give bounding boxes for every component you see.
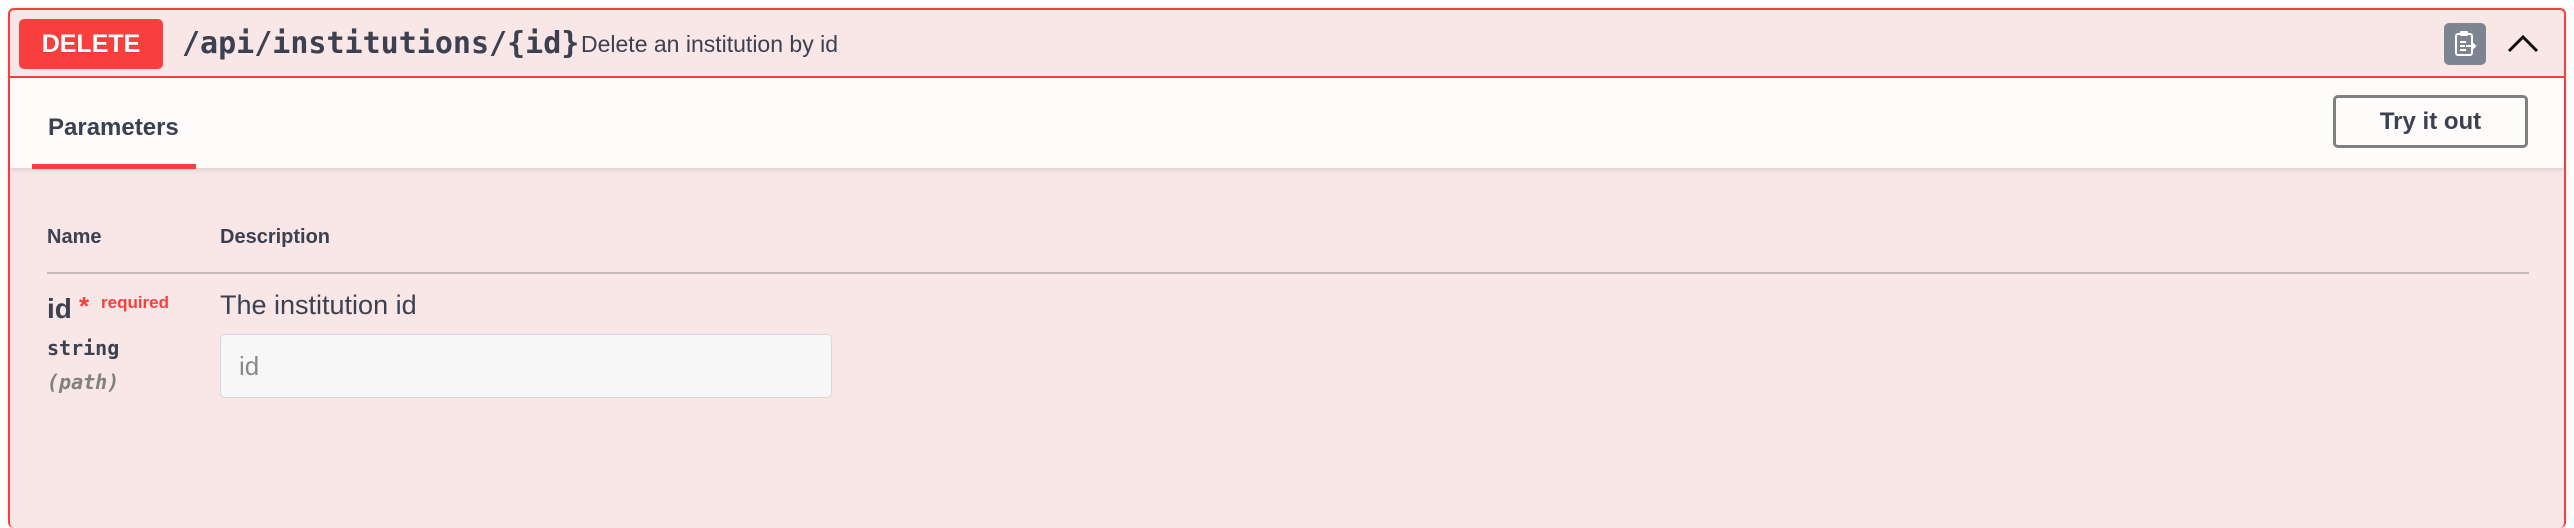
- try-it-out-button[interactable]: Try it out: [2333, 95, 2528, 148]
- parameter-name: id: [47, 293, 72, 324]
- active-tab-indicator: [32, 164, 196, 169]
- chevron-up-icon: [2507, 34, 2539, 53]
- copy-path-button[interactable]: [2444, 23, 2486, 65]
- table-divider: [47, 272, 2529, 274]
- clipboard-copy-icon: [2455, 31, 2477, 56]
- http-method-badge: DELETE: [19, 19, 163, 69]
- parameter-type: string: [47, 336, 120, 360]
- operation-summary[interactable]: DELETE /api/institutions/{id} Delete an …: [10, 10, 2564, 78]
- operation-block-delete: DELETE /api/institutions/{id} Delete an …: [8, 8, 2566, 528]
- parameters-section-header: Parameters Try it out: [10, 78, 2564, 169]
- parameter-description: The institution id: [220, 290, 417, 320]
- endpoint-path: /api/institutions/{id}: [182, 26, 580, 61]
- tab-parameters[interactable]: Parameters: [48, 114, 179, 142]
- required-asterisk: *: [79, 291, 90, 321]
- required-label: required: [101, 293, 170, 312]
- parameter-location: (path): [47, 370, 120, 394]
- id-input[interactable]: [220, 334, 832, 398]
- column-header-description: Description: [220, 226, 331, 248]
- column-header-name: Name: [47, 226, 102, 248]
- operation-description: Delete an institution by id: [581, 31, 838, 57]
- collapse-operation-button[interactable]: [2502, 23, 2544, 65]
